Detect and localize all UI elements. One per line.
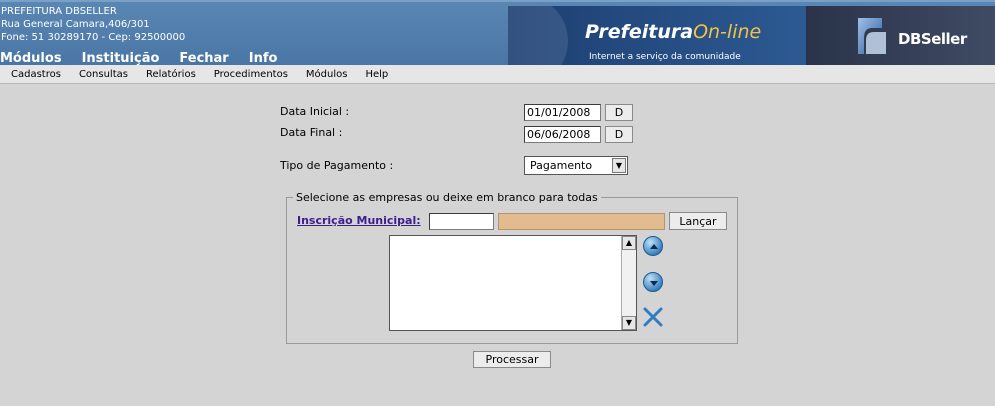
inscricao-municipal-link[interactable]: Inscrição Municipal: xyxy=(297,214,421,227)
brand-online: On-line xyxy=(693,21,762,43)
data-final-label: Data Final : xyxy=(280,126,343,139)
submenu-help[interactable]: Help xyxy=(365,69,388,80)
inscricao-municipal-input[interactable] xyxy=(429,213,494,230)
app-header: PREFEITURA DBSELLER Rua General Camara,4… xyxy=(0,0,995,67)
prefeitura-online-banner: PrefeituraOn-line Internet a serviço da … xyxy=(508,6,806,67)
lancar-button[interactable]: Lançar xyxy=(669,212,727,230)
empresas-listbox[interactable]: ▲ ▼ xyxy=(389,235,637,331)
org-address: Rua General Camara,406/301 xyxy=(1,19,150,30)
data-final-input[interactable]: 06/06/2008 xyxy=(524,126,601,143)
menu-fechar[interactable]: Fechar xyxy=(179,51,228,66)
remove-x-icon[interactable] xyxy=(642,306,664,328)
processar-button[interactable]: Processar xyxy=(473,351,551,368)
chevron-down-icon: ▼ xyxy=(612,158,626,173)
brand-main: Prefeitura xyxy=(585,21,694,43)
data-inicial-input[interactable]: 01/01/2008 xyxy=(524,104,601,121)
top-menu: Módulos Instituição Fechar Info xyxy=(0,51,297,66)
dbseller-logo-icon xyxy=(858,18,886,54)
submenu-modulos[interactable]: Módulos xyxy=(306,69,348,80)
tipo-pagamento-select[interactable]: Pagamento ▼ xyxy=(524,156,628,175)
listbox-scrollbar[interactable]: ▲ ▼ xyxy=(621,236,636,330)
company-name: DBSeller xyxy=(898,30,967,48)
brand-logo: PrefeituraOn-line xyxy=(585,21,761,43)
data-inicial-label: Data Inicial : xyxy=(280,105,350,118)
brand-tagline: Internet a serviço da comunidade xyxy=(589,52,741,62)
arrow-up-circle-icon[interactable] xyxy=(643,236,663,256)
dbseller-banner: DBSeller xyxy=(806,6,995,67)
org-phone-cep: Fone: 51 30289170 - Cep: 92500000 xyxy=(1,32,186,43)
menu-info[interactable]: Info xyxy=(249,51,278,66)
scroll-up-icon[interactable]: ▲ xyxy=(622,236,636,250)
arrow-down-circle-icon[interactable] xyxy=(643,272,663,292)
data-final-calendar-button[interactable]: D xyxy=(605,126,633,143)
data-inicial-calendar-button[interactable]: D xyxy=(605,104,633,121)
menu-instituicao[interactable]: Instituição xyxy=(82,51,160,66)
submenu-procedimentos[interactable]: Procedimentos xyxy=(214,69,288,80)
menu-modulos[interactable]: Módulos xyxy=(0,51,62,66)
submenu-consultas[interactable]: Consultas xyxy=(79,69,128,80)
submenu-cadastros[interactable]: Cadastros xyxy=(11,69,61,80)
submenu-relatorios[interactable]: Relatórios xyxy=(146,69,196,80)
tipo-pagamento-value: Pagamento xyxy=(530,159,593,172)
organization-info: PREFEITURA DBSELLER Rua General Camara,4… xyxy=(1,5,185,44)
tipo-pagamento-label: Tipo de Pagamento : xyxy=(280,159,394,172)
sub-menu: Cadastros Consultas Relatórios Procedime… xyxy=(0,65,995,84)
empresa-name-readonly xyxy=(498,213,665,230)
empresas-group-legend: Selecione as empresas ou deixe em branco… xyxy=(296,191,598,204)
org-name: PREFEITURA DBSELLER xyxy=(1,6,117,17)
scroll-down-icon[interactable]: ▼ xyxy=(622,316,636,330)
